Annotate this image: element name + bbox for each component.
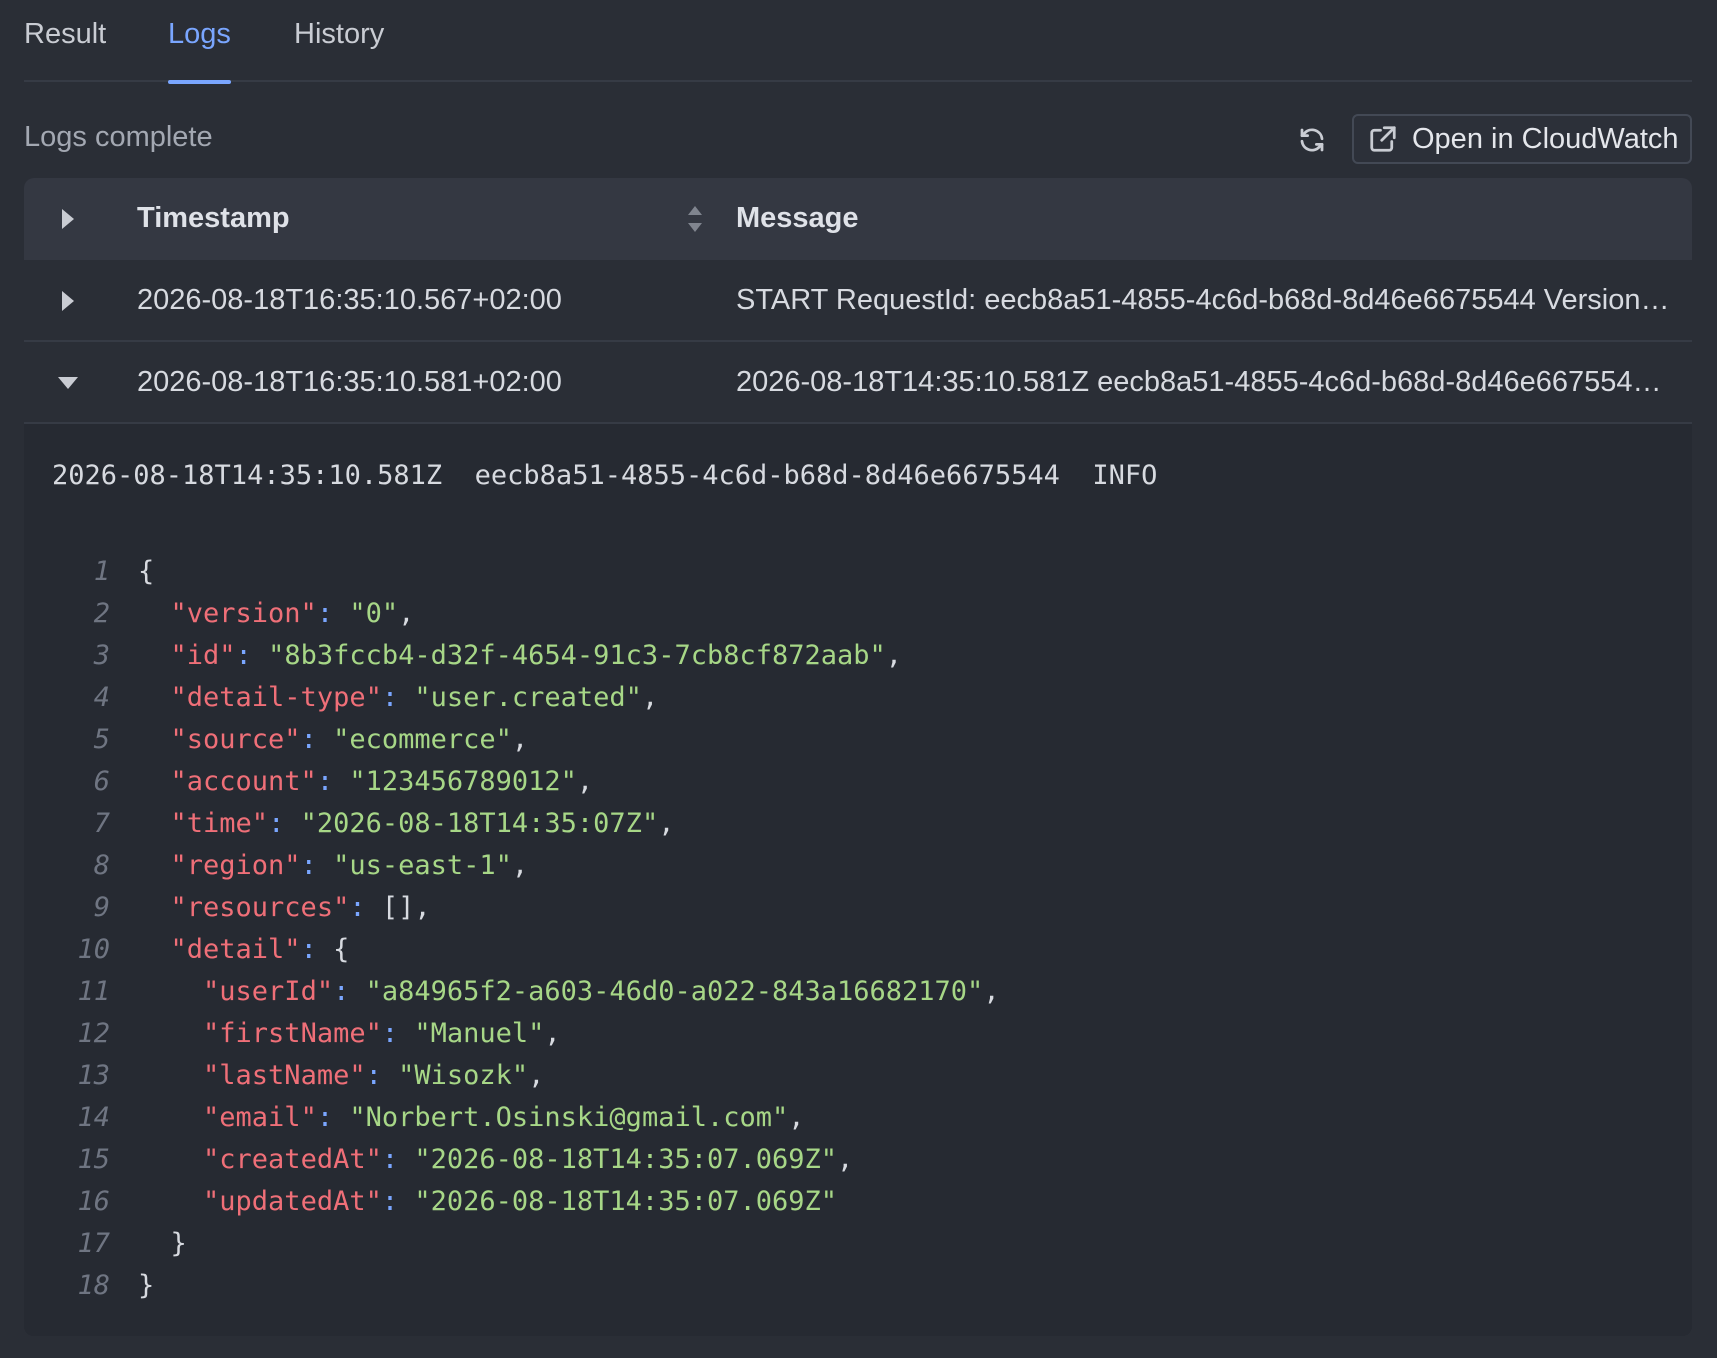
code-line: 1{ — [24, 550, 1692, 592]
line-number: 11 — [77, 976, 110, 1007]
table-row[interactable]: 2026-08-18T16:35:10.567+02:00 START Requ… — [24, 260, 1692, 342]
table-header: Timestamp Message — [24, 178, 1692, 260]
row-message: START RequestId: eecb8a51-4855-4c6d-b68d… — [736, 284, 1676, 316]
code-text: "version": "0", — [170, 598, 415, 629]
code-text: "email": "Norbert.Osinski@gmail.com", — [203, 1102, 805, 1133]
line-number: 5 — [93, 724, 110, 755]
code-line: 11 "userId": "a84965f2-a603-46d0-a022-84… — [24, 970, 1692, 1012]
column-header-message: Message — [736, 202, 859, 234]
caret-down-icon — [58, 377, 78, 389]
code-line: 13 "lastName": "Wisozk", — [24, 1054, 1692, 1096]
code-text: "detail-type": "user.created", — [170, 682, 659, 713]
line-number: 17 — [77, 1228, 110, 1259]
log-request-id: eecb8a51-4855-4c6d-b68d-8d46e6675544 — [474, 460, 1060, 491]
logs-panel: Result Logs History Logs complete Open i… — [0, 0, 1717, 1358]
open-cloudwatch-button[interactable]: Open in CloudWatch — [1352, 114, 1692, 164]
code-line: 10 "detail": { — [24, 928, 1692, 970]
line-number: 6 — [93, 766, 110, 797]
code-text: "lastName": "Wisozk", — [203, 1060, 545, 1091]
row-collapse-toggle[interactable] — [48, 363, 88, 403]
code-line: 14 "email": "Norbert.Osinski@gmail.com", — [24, 1096, 1692, 1138]
row-timestamp: 2026-08-18T16:35:10.567+02:00 — [137, 284, 562, 316]
code-line: 5 "source": "ecommerce", — [24, 718, 1692, 760]
code-line: 17 } — [24, 1222, 1692, 1264]
code-line: 12 "firstName": "Manuel", — [24, 1012, 1692, 1054]
code-text: } — [138, 1270, 155, 1301]
line-number: 13 — [77, 1060, 110, 1091]
tab-bar: Result Logs History — [24, 0, 1692, 84]
code-line: 3 "id": "8b3fccb4-d32f-4654-91c3-7cb8cf8… — [24, 634, 1692, 676]
caret-right-icon — [62, 209, 74, 229]
caret-right-icon — [62, 291, 74, 311]
code-text: "updatedAt": "2026-08-18T14:35:07.069Z" — [203, 1186, 837, 1217]
line-number: 7 — [93, 808, 110, 839]
expand-all-toggle[interactable] — [48, 199, 88, 239]
line-number: 2 — [93, 598, 110, 629]
refresh-button[interactable] — [1290, 118, 1334, 162]
code-text: "source": "ecommerce", — [170, 724, 529, 755]
code-line: 2 "version": "0", — [24, 592, 1692, 634]
column-header-timestamp[interactable]: Timestamp — [137, 202, 290, 235]
code-line: 4 "detail-type": "user.created", — [24, 676, 1692, 718]
line-number: 4 — [93, 682, 110, 713]
code-line: 7 "time": "2026-08-18T14:35:07Z", — [24, 802, 1692, 844]
sort-icon[interactable] — [680, 202, 710, 236]
code-text: "time": "2026-08-18T14:35:07Z", — [170, 808, 675, 839]
open-cloudwatch-label: Open in CloudWatch — [1412, 122, 1679, 155]
line-number: 16 — [77, 1186, 110, 1217]
logs-table: Timestamp Message 2026-08-18T16:35:10.56… — [24, 178, 1692, 1336]
tab-result[interactable]: Result — [24, 18, 106, 82]
tab-logs[interactable]: Logs — [168, 18, 231, 84]
row-expand-toggle[interactable] — [48, 281, 88, 321]
code-text: "account": "123456789012", — [170, 766, 594, 797]
code-line: 16 "updatedAt": "2026-08-18T14:35:07.069… — [24, 1180, 1692, 1222]
row-message: 2026-08-18T14:35:10.581Z eecb8a51-4855-4… — [736, 366, 1676, 398]
line-number: 9 — [93, 892, 110, 923]
line-number: 15 — [77, 1144, 110, 1175]
table-row[interactable]: 2026-08-18T16:35:10.581+02:00 2026-08-18… — [24, 342, 1692, 424]
external-link-icon — [1370, 126, 1396, 152]
json-code-block: 1{2 "version": "0", 3 "id": "8b3fccb4-d32… — [24, 550, 1692, 1306]
code-text: } — [138, 1228, 187, 1259]
line-number: 12 — [77, 1018, 110, 1049]
code-text: "region": "us-east-1", — [170, 850, 529, 881]
refresh-icon — [1300, 128, 1324, 152]
line-number: 14 — [77, 1102, 110, 1133]
line-number: 18 — [77, 1270, 110, 1301]
log-detail-panel: 2026-08-18T14:35:10.581Z eecb8a51-4855-4… — [24, 424, 1692, 1336]
log-level: INFO — [1092, 460, 1158, 491]
tab-history[interactable]: History — [294, 18, 384, 82]
row-timestamp: 2026-08-18T16:35:10.581+02:00 — [137, 366, 562, 398]
code-line: 15 "createdAt": "2026-08-18T14:35:07.069… — [24, 1138, 1692, 1180]
code-line: 9 "resources": [], — [24, 886, 1692, 928]
logs-status: Logs complete — [24, 121, 213, 153]
code-text: "detail": { — [170, 934, 350, 965]
code-text: "id": "8b3fccb4-d32f-4654-91c3-7cb8cf872… — [170, 640, 903, 671]
code-text: "resources": [], — [170, 892, 431, 923]
line-number: 3 — [93, 640, 110, 671]
line-number: 10 — [77, 934, 110, 965]
code-text: "userId": "a84965f2-a603-46d0-a022-843a1… — [203, 976, 1000, 1007]
log-detail-header: 2026-08-18T14:35:10.581Z eecb8a51-4855-4… — [52, 460, 1157, 491]
code-text: "createdAt": "2026-08-18T14:35:07.069Z", — [203, 1144, 854, 1175]
log-time: 2026-08-18T14:35:10.581Z — [52, 460, 443, 491]
line-number: 8 — [93, 850, 110, 881]
line-number: 1 — [93, 556, 110, 587]
code-line: 8 "region": "us-east-1", — [24, 844, 1692, 886]
code-line: 6 "account": "123456789012", — [24, 760, 1692, 802]
code-text: { — [138, 556, 155, 587]
code-text: "firstName": "Manuel", — [203, 1018, 561, 1049]
code-line: 18} — [24, 1264, 1692, 1306]
